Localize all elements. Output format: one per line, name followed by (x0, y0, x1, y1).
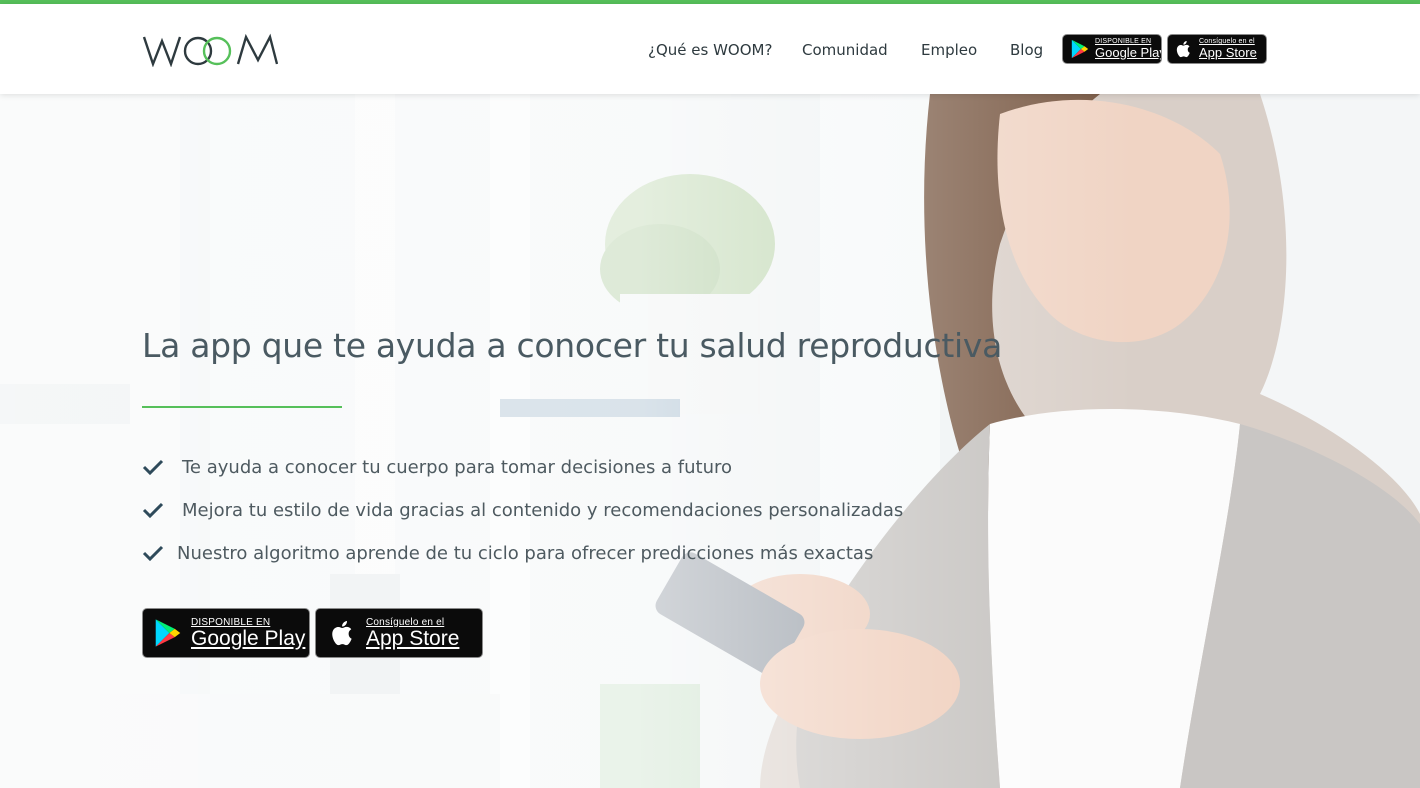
hero-overlay (0, 94, 1420, 788)
google-play-icon (1071, 39, 1089, 59)
feature-text: Nuestro algoritmo aprende de tu ciclo pa… (177, 542, 874, 564)
hero-app-store-button[interactable]: Consíguelo en el App Store (315, 608, 483, 658)
google-badge-big-text: Google Play (1095, 45, 1162, 60)
nav-item-empleo[interactable]: Empleo (921, 41, 977, 59)
hero-section: La app que te ayuda a conocer tu salud r… (0, 94, 1420, 788)
feature-text: Te ayuda a conocer tu cuerpo para tomar … (182, 456, 733, 478)
apple-badge-big-text: App Store (366, 626, 460, 650)
header-google-play-button[interactable]: DISPONIBLE EN Google Play (1062, 34, 1162, 64)
woom-logo[interactable] (142, 33, 278, 67)
apple-badge-big-text: App Store (1199, 45, 1257, 60)
headline-underline (142, 406, 342, 408)
check-icon (142, 545, 164, 562)
check-icon (142, 459, 164, 476)
nav-item-comunidad[interactable]: Comunidad (802, 41, 888, 59)
feature-item: Nuestro algoritmo aprende de tu ciclo pa… (142, 541, 873, 565)
google-badge-big-text: Google Play (191, 626, 306, 650)
feature-item: Mejora tu estilo de vida gracias al cont… (142, 498, 903, 522)
header-app-store-button[interactable]: Consíguelo en el App Store (1167, 34, 1267, 64)
google-badge-small-text: DISPONIBLE EN (191, 616, 271, 628)
hero-google-play-button[interactable]: DISPONIBLE EN Google Play (142, 608, 310, 658)
apple-icon (332, 621, 352, 646)
site-header: ¿Qué es WOOM? Comunidad Empleo Blog DISP… (0, 4, 1420, 94)
feature-item: Te ayuda a conocer tu cuerpo para tomar … (142, 455, 732, 479)
google-play-icon (155, 619, 181, 647)
nav-item-blog[interactable]: Blog (1010, 41, 1043, 59)
hero-headline: La app que te ayuda a conocer tu salud r… (142, 326, 1003, 365)
nav-item-que-es-woom[interactable]: ¿Qué es WOOM? (648, 41, 772, 59)
apple-badge-small-text: Consíguelo en el (366, 616, 445, 628)
feature-text: Mejora tu estilo de vida gracias al cont… (182, 499, 904, 521)
check-icon (142, 502, 164, 519)
apple-icon (1176, 41, 1190, 58)
